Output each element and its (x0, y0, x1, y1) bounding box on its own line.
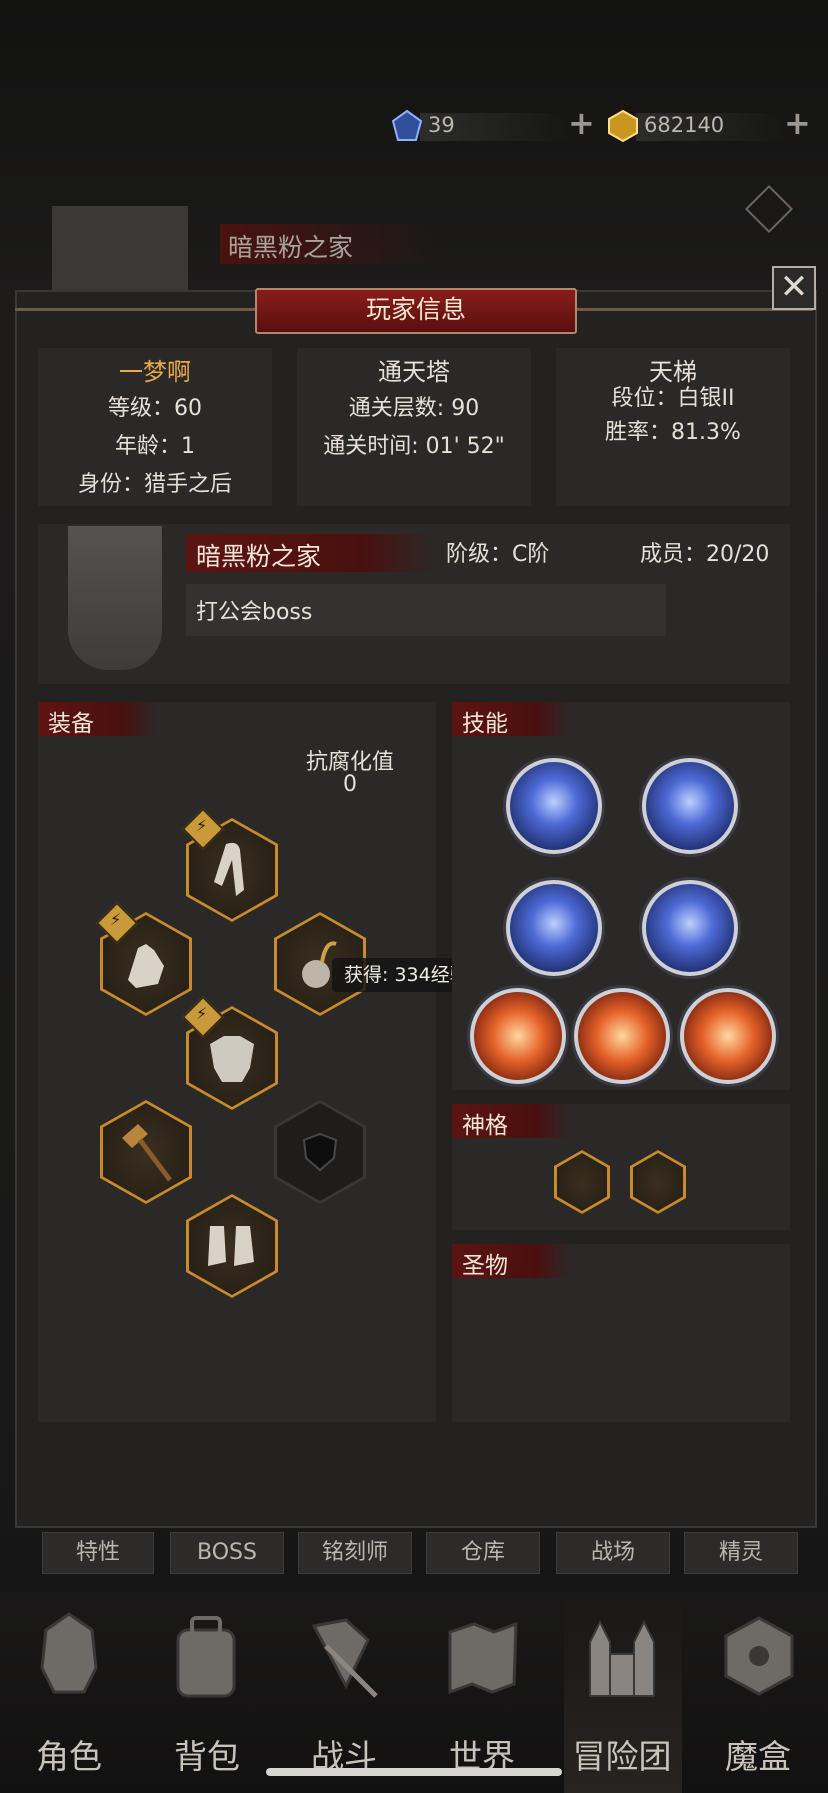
player-panel: 一梦啊 等级：60 年龄：1 身份：猎手之后 (38, 348, 272, 506)
player-age: 年龄：1 (115, 434, 195, 459)
divinity-flame-icon[interactable] (554, 1150, 610, 1214)
divinity-panel: 神格 (452, 1104, 790, 1230)
equip-slot-weapon[interactable] (100, 1100, 192, 1204)
armor-icon (210, 1036, 254, 1082)
tower-time: 通关时间: 01' 52" (323, 434, 505, 459)
skills-title: 技能 (462, 711, 508, 737)
guild-grade: 阶级：C阶 (446, 542, 550, 567)
subnav-spirit[interactable]: 精灵 (684, 1532, 798, 1574)
guild-panel: 暗黑粉之家 阶级：C阶 成员：20/20 打公会boss (38, 524, 790, 684)
gauntlet-icon (128, 944, 164, 988)
nav-character[interactable]: 角色 (14, 1730, 124, 1778)
divinity-spark-icon[interactable] (630, 1150, 686, 1214)
blue-gem-icon (391, 109, 423, 141)
add-gold-button[interactable]: + (784, 107, 811, 139)
castle-icon (589, 1619, 655, 1697)
guild-motto: 打公会boss (196, 600, 313, 625)
scarf-icon (214, 842, 244, 896)
subnav-boss[interactable]: BOSS (170, 1532, 284, 1574)
equipment-title: 装备 (48, 711, 94, 737)
hammer-icon (122, 1124, 172, 1182)
ladder-panel: 天梯 段位：白银II 胜率：81.3% (556, 348, 790, 506)
skill-beast-icon[interactable] (574, 988, 670, 1084)
skill-wind-icon[interactable] (506, 758, 602, 854)
equip-slot-shield-empty[interactable] (274, 1100, 366, 1204)
guild-members: 成员：20/20 (640, 542, 770, 567)
tower-title: 通天塔 (378, 358, 450, 386)
nav-magic-box[interactable]: 魔盒 (703, 1730, 813, 1778)
tower-floors: 通关层数: 90 (348, 396, 480, 421)
relic-panel: 圣物 (452, 1244, 790, 1422)
guild-banner (68, 526, 162, 670)
background-guild-banner (52, 206, 188, 292)
equipment-panel: 装备 抗腐化值 0 ⚡ ⚡ ⚡ 获得: 334经验 (38, 702, 481, 1422)
player-name: 一梦啊 (119, 358, 191, 386)
skills-panel: 技能 (452, 702, 790, 1090)
divinity-title: 神格 (462, 1113, 508, 1139)
skill-claw-icon[interactable] (506, 880, 602, 976)
nav-backpack[interactable]: 背包 (152, 1730, 262, 1778)
magic-box-icon (724, 1616, 794, 1696)
subnav-engraver[interactable]: 铭刻师 (298, 1532, 412, 1574)
subnav-traits[interactable]: 特性 (42, 1532, 154, 1574)
subnav-battlefield[interactable]: 战场 (556, 1532, 670, 1574)
guild-name: 暗黑粉之家 (196, 542, 322, 571)
shield-icon (302, 1132, 338, 1172)
boots-icon (208, 1226, 254, 1266)
skill-heart-icon[interactable] (470, 988, 566, 1084)
relic-title: 圣物 (462, 1253, 508, 1279)
sword-shield-icon (311, 1618, 378, 1698)
backpack-icon (176, 1616, 236, 1698)
home-indicator[interactable] (266, 1768, 562, 1776)
gold-counter: 682140 (606, 109, 806, 143)
close-button[interactable]: ✕ (772, 266, 816, 310)
add-gems-button[interactable]: + (568, 107, 595, 139)
modal-title: 玩家信息 (255, 288, 577, 334)
gold-coin-icon (608, 109, 638, 143)
player-identity: 身份：猎手之后 (77, 472, 232, 497)
tower-panel: 通天塔 通关层数: 90 通关时间: 01' 52" (297, 348, 531, 506)
skill-spiral-icon[interactable] (680, 988, 776, 1084)
player-level: 等级：60 (108, 396, 202, 421)
gem-counter: 39 (390, 109, 590, 143)
ladder-winrate: 胜率：81.3% (605, 420, 741, 445)
subnav-warehouse[interactable]: 仓库 (426, 1532, 540, 1574)
map-icon (448, 1621, 518, 1695)
background-guild-name: 暗黑粉之家 (228, 233, 354, 262)
equip-slot-boots[interactable] (186, 1194, 278, 1298)
corruption-value: 0 (343, 772, 357, 797)
skill-tree-icon[interactable] (642, 880, 738, 976)
skill-eye-icon[interactable] (642, 758, 738, 854)
nav-adventure-group[interactable]: 冒险团 (560, 1730, 684, 1778)
ladder-rank: 段位：白银II (611, 386, 735, 411)
helmet-icon (40, 1612, 98, 1694)
